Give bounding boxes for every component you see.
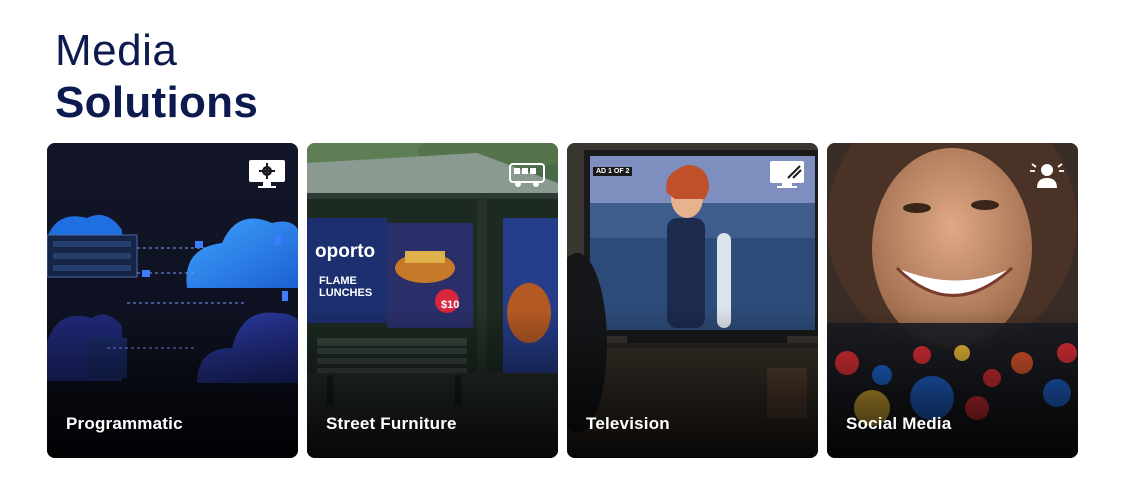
tv-icon [770, 161, 804, 188]
card-television[interactable]: AD 1 OF 2 Television [567, 143, 818, 458]
card-label-television: Television [586, 414, 670, 433]
ad-brand-text: oporto [315, 241, 376, 262]
card-programmatic[interactable]: Programmatic [47, 143, 298, 458]
card-label-social-media: Social Media [846, 414, 952, 433]
ad-headline-text: FLAME LUNCHES [319, 275, 373, 299]
section-heading: Media Solutions [55, 26, 258, 130]
heading-line-solutions: Solutions [55, 78, 259, 127]
card-street-furniture[interactable]: oporto FLAME LUNCHES $10 Street Furnitur… [307, 143, 558, 458]
card-label-programmatic: Programmatic [66, 414, 183, 433]
ad-counter-label: AD 1 OF 2 [593, 167, 633, 176]
card-shade [827, 308, 1078, 458]
card-label-street-furniture: Street Furniture [326, 414, 457, 433]
card-social-media[interactable]: Social Media [827, 143, 1078, 458]
card-shade [307, 308, 558, 458]
heading-line-media: Media [55, 26, 178, 75]
card-shade [567, 308, 818, 458]
card-shade [47, 308, 298, 458]
person-broadcast-icon [1030, 163, 1064, 188]
monitor-gear-icon [249, 160, 285, 188]
media-cards: Programmatic oporto FLAME LUNCHES $10 St… [47, 143, 1078, 458]
bus-icon [509, 163, 545, 187]
